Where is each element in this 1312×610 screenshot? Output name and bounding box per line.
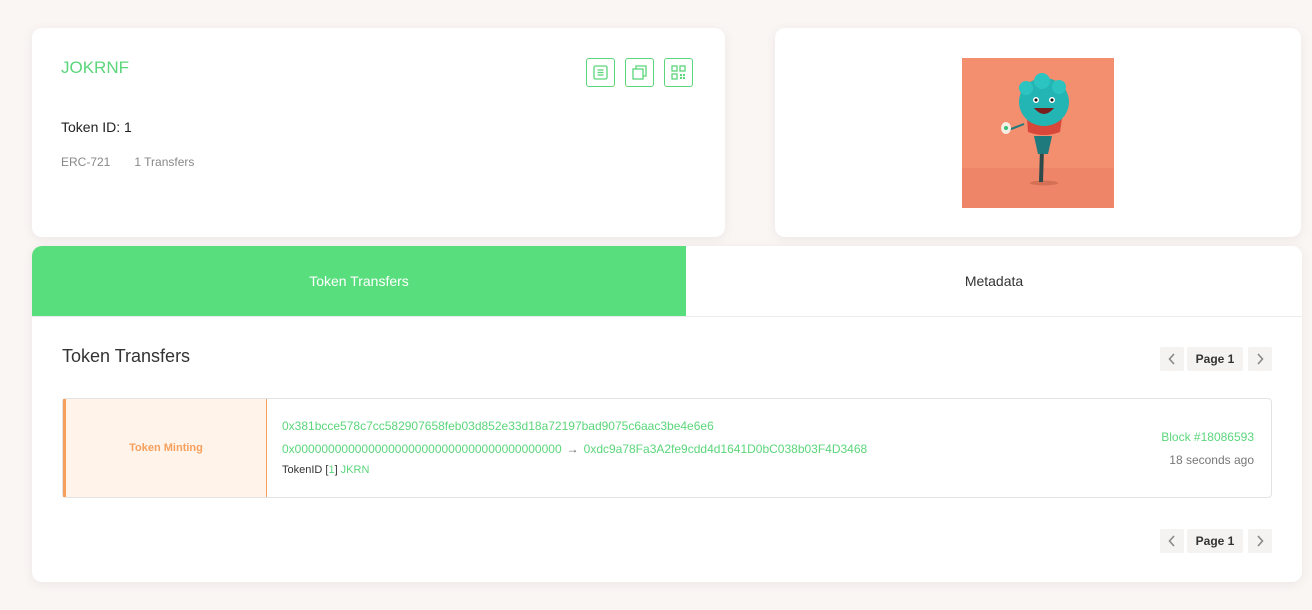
bracket-close: ]: [334, 464, 338, 476]
next-page-button[interactable]: [1248, 347, 1272, 371]
tx-hash-link[interactable]: 0x381bcce578c7cc582907658feb03d852e33d18…: [282, 419, 714, 433]
chevron-right-icon: [1257, 535, 1264, 547]
copy-button[interactable]: [625, 58, 654, 87]
block-link[interactable]: Block #18086593: [1161, 430, 1254, 444]
tab-token-transfers[interactable]: Token Transfers: [32, 246, 686, 316]
metadata-icon: [593, 65, 608, 80]
nft-image: [962, 58, 1114, 208]
from-address-link[interactable]: 0x00000000000000000000000000000000000000…: [282, 442, 562, 456]
token-summary-card: JOKRNF Token ID: 1 ERC-721 1 Transfers: [32, 28, 725, 237]
current-page: Page 1: [1187, 347, 1243, 371]
token-name: JOKRNF: [61, 58, 129, 77]
token-id-text: TokenID: [282, 464, 323, 476]
current-page: Page 1: [1187, 529, 1243, 553]
nft-image-card: [775, 28, 1301, 237]
section-title: Token Transfers: [62, 346, 191, 366]
transfer-age: 18 seconds ago: [1169, 453, 1254, 467]
chevron-left-icon: [1168, 353, 1175, 365]
token-id-label: Token ID: 1: [61, 119, 132, 135]
next-page-button[interactable]: [1248, 529, 1272, 553]
tab-metadata[interactable]: Metadata: [686, 246, 1302, 316]
transfers-panel: Token Transfers Metadata Token Transfers…: [32, 246, 1302, 582]
transfer-addresses: 0x00000000000000000000000000000000000000…: [282, 442, 867, 456]
pagination-bottom: Page 1: [1160, 529, 1272, 553]
token-standard: ERC-721: [61, 155, 111, 169]
chevron-left-icon: [1168, 535, 1175, 547]
transfer-type-badge: Token Minting: [63, 399, 267, 497]
chevron-right-icon: [1257, 353, 1264, 365]
pagination-top: Page 1: [1160, 347, 1272, 371]
transfer-count: 1 Transfers: [134, 155, 195, 169]
prev-page-button[interactable]: [1160, 529, 1184, 553]
qr-code-button[interactable]: [664, 58, 693, 87]
copy-icon: [632, 65, 647, 80]
token-id-info: TokenID [1] JKRN: [282, 464, 369, 476]
token-symbol-link[interactable]: JKRN: [341, 464, 370, 476]
token-meta: ERC-721 1 Transfers: [61, 155, 218, 169]
arrow-icon: →: [566, 442, 579, 456]
transfer-row: Token Minting 0x381bcce578c7cc582907658f…: [62, 398, 1272, 498]
metadata-button[interactable]: [586, 58, 615, 87]
qr-code-icon: [671, 65, 686, 80]
to-address-link[interactable]: 0xdc9a78Fa3A2fe9cdd4d1641D0bC038b03F4D34…: [584, 442, 868, 456]
tab-bar: Token Transfers Metadata: [32, 246, 1302, 317]
prev-page-button[interactable]: [1160, 347, 1184, 371]
